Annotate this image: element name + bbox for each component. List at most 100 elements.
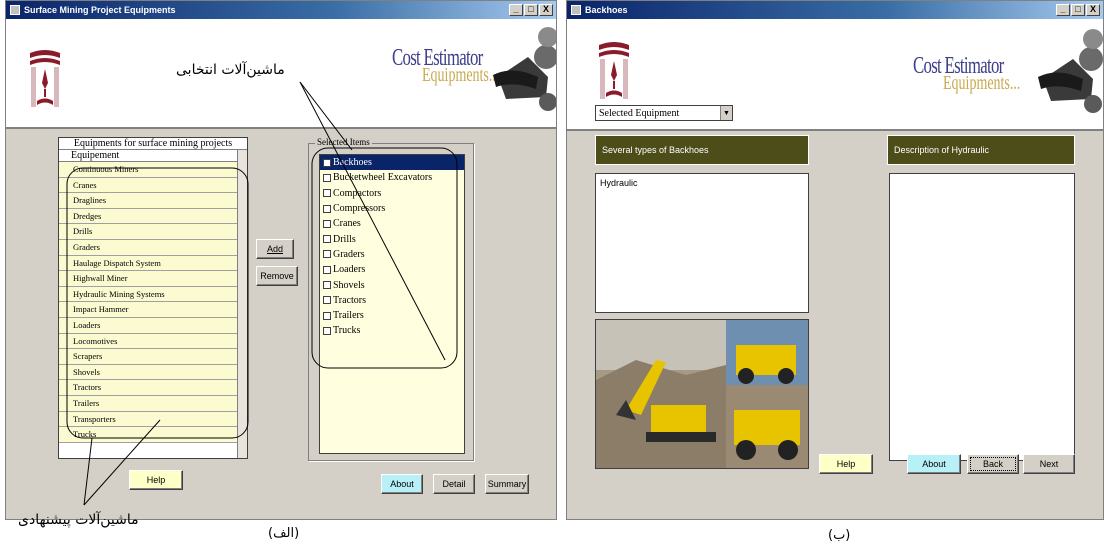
left-window-title: Surface Mining Project Equipments — [24, 5, 176, 15]
summary-button[interactable]: Summary — [485, 474, 529, 494]
grid-scrollbar[interactable] — [237, 150, 247, 458]
add-button[interactable]: Add — [256, 239, 294, 259]
checklist-item-label: Cranes — [333, 218, 361, 230]
table-row[interactable]: Draglines — [59, 193, 247, 209]
checklist-item[interactable]: Cranes — [320, 216, 464, 231]
checklist-item[interactable]: Compactors — [320, 186, 464, 201]
checklist-item[interactable]: Trucks — [320, 323, 464, 338]
help-button[interactable]: Help — [129, 470, 183, 490]
checklist-item[interactable]: Loaders — [320, 262, 464, 277]
right-window-title: Backhoes — [585, 5, 628, 15]
table-row[interactable]: Loaders — [59, 317, 247, 334]
types-list[interactable]: Hydraulic — [595, 173, 809, 313]
checkbox[interactable]: ✓ — [323, 158, 331, 167]
suggested-machines-label: ماشین‌آلات پیشنهادی — [18, 512, 139, 528]
right-window: Backhoes _ □ X Selected Equipment ▼ Cost… — [566, 0, 1104, 520]
back-button[interactable]: Back — [967, 454, 1019, 474]
maximize-button[interactable]: □ — [1071, 4, 1085, 16]
table-row[interactable]: Shovels — [59, 364, 247, 381]
table-row[interactable]: Trucks — [59, 427, 247, 443]
app-icon — [571, 5, 581, 15]
university-logo — [599, 42, 629, 99]
maximize-button[interactable]: □ — [524, 4, 538, 16]
checklist-item-label: Bucketwheel Excavators — [333, 172, 433, 184]
table-row[interactable]: Graders — [59, 239, 247, 256]
checklist-item-label: Loaders — [333, 264, 366, 276]
list-item[interactable]: Hydraulic — [600, 178, 804, 188]
checklist-item[interactable]: Drills — [320, 231, 464, 246]
table-row[interactable]: Impact Hammer — [59, 302, 247, 318]
table-row[interactable]: Drills — [59, 224, 247, 240]
left-window: Surface Mining Project Equipments _ □ X … — [5, 0, 557, 520]
table-row[interactable]: Continuous Miners — [59, 162, 247, 178]
table-row[interactable]: Dredges — [59, 208, 247, 225]
right-banner: Selected Equipment ▼ Cost Estimator Equi… — [567, 19, 1103, 131]
checkbox[interactable] — [323, 250, 331, 259]
app-icon — [10, 5, 20, 15]
table-row[interactable]: Cranes — [59, 177, 247, 194]
right-title-bar[interactable]: Backhoes _ □ X — [567, 1, 1103, 19]
table-row[interactable]: Hydraulic Mining Systems — [59, 286, 247, 303]
equipment-list: Continuous Miners Cranes Draglines Dredges D… — [59, 162, 247, 443]
table-row[interactable]: Haulage Dispatch System — [59, 255, 247, 272]
detail-button[interactable]: Detail — [433, 474, 475, 494]
checklist-item-label: Backhoes — [333, 157, 372, 169]
description-header: Description of Hydraulic — [887, 135, 1075, 165]
minimize-button[interactable]: _ — [509, 4, 523, 16]
checklist-item-label: Compactors — [333, 187, 382, 199]
checklist-item-label: Tractors — [333, 294, 366, 306]
checkbox[interactable] — [323, 311, 331, 320]
close-button[interactable]: X — [1086, 4, 1100, 16]
checkbox[interactable] — [323, 296, 331, 305]
checkbox[interactable] — [323, 204, 331, 213]
chevron-down-icon[interactable]: ▼ — [720, 106, 732, 120]
caption-right: (ب) — [828, 528, 851, 543]
checklist-item[interactable]: ✓ Backhoes — [320, 155, 464, 171]
next-button[interactable]: Next — [1023, 454, 1075, 474]
table-row[interactable]: Scrapers — [59, 349, 247, 365]
about-button[interactable]: About — [381, 474, 423, 494]
left-title-bar[interactable]: Surface Mining Project Equipments _ □ X — [6, 1, 556, 19]
checklist-item[interactable]: Compressors — [320, 201, 464, 216]
grid-header[interactable]: Equipement — [59, 150, 247, 162]
remove-button[interactable]: Remove — [256, 266, 298, 286]
close-button[interactable]: X — [539, 4, 553, 16]
checklist-item-label: Trucks — [333, 325, 361, 337]
table-row[interactable]: Highwall Miner — [59, 271, 247, 287]
checkbox[interactable] — [323, 326, 331, 335]
bulldozer-image — [1038, 29, 1103, 113]
checkbox[interactable] — [323, 281, 331, 290]
checkbox[interactable] — [323, 235, 331, 244]
selected-machines-label: ماشین‌آلات انتخابی — [176, 62, 285, 78]
university-logo — [30, 50, 60, 107]
types-list-items: Hydraulic — [600, 178, 804, 188]
equipment-photo — [595, 319, 809, 469]
checkbox[interactable] — [323, 189, 331, 198]
bulldozer-image — [493, 27, 556, 111]
table-row[interactable]: Trailers — [59, 395, 247, 412]
table-row[interactable]: Locomotives — [59, 333, 247, 350]
selected-items-group: Selected Items ✓ Backhoes Bucketwheel Exca… — [308, 137, 474, 461]
checkbox[interactable] — [323, 265, 331, 274]
about-button[interactable]: About — [907, 454, 961, 474]
selected-items-list[interactable]: ✓ Backhoes Bucketwheel Excavators Compactor… — [319, 154, 465, 454]
checkbox[interactable] — [323, 219, 331, 228]
checkbox[interactable] — [323, 173, 331, 182]
table-row[interactable]: Transporters — [59, 411, 247, 428]
checklist-item[interactable]: Trailers — [320, 308, 464, 323]
caption-left: (الف) — [268, 526, 300, 541]
checklist-item[interactable]: Bucketwheel Excavators — [320, 170, 464, 185]
table-row[interactable]: Tractors — [59, 380, 247, 396]
equipment-grid[interactable]: Equipments for surface mining projects E… — [58, 137, 248, 459]
checklist-item[interactable]: Graders — [320, 247, 464, 262]
selected-items-legend: Selected Items — [315, 137, 372, 147]
checklist-item[interactable]: Shovels — [320, 277, 464, 292]
backhoe-image — [596, 320, 808, 468]
minimize-button[interactable]: _ — [1056, 4, 1070, 16]
checklist-item-label: Graders — [333, 248, 365, 260]
help-button[interactable]: Help — [819, 454, 873, 474]
checklist-item-label: Compressors — [333, 203, 386, 215]
equipment-dropdown[interactable]: Selected Equipment ▼ — [595, 105, 733, 121]
description-box[interactable] — [889, 173, 1075, 461]
checklist-item[interactable]: Tractors — [320, 293, 464, 308]
